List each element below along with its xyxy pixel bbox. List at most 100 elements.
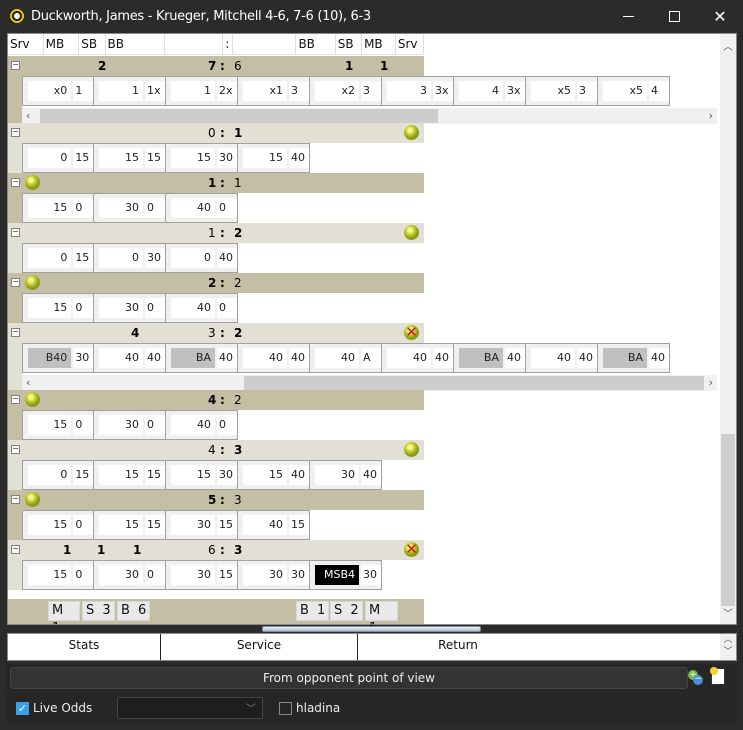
point-cell[interactable]: 40 A [310, 343, 382, 373]
chevron-down-icon[interactable]: ﹀ [723, 647, 732, 657]
point-cell[interactable]: 15 15 [94, 460, 166, 490]
point-cell[interactable]: 0 40 [166, 243, 238, 273]
odds-combo[interactable]: ﹀ [117, 697, 263, 719]
column-header-cell[interactable]: Srv [8, 34, 44, 54]
close-button[interactable]: ✕ [697, 0, 743, 32]
collapse-icon[interactable]: − [11, 128, 20, 137]
point-cell[interactable]: 40 40 [94, 343, 166, 373]
point-cell[interactable]: 15 0 [22, 193, 94, 223]
point-cell[interactable]: 40 0 [166, 410, 238, 440]
point-cell[interactable]: 15 30 [166, 460, 238, 490]
scroll-up-icon[interactable]: ︿ [723, 38, 733, 53]
point-cell[interactable]: 15 40 [238, 460, 310, 490]
point-cell[interactable]: BA 40 [454, 343, 526, 373]
column-header-cell[interactable]: MB [362, 34, 396, 54]
hladina-checkbox[interactable] [279, 702, 292, 715]
scroll-thumb[interactable] [244, 376, 704, 390]
collapse-icon[interactable]: − [11, 178, 20, 187]
collapse-icon[interactable]: − [11, 278, 20, 287]
service-header[interactable]: Service [161, 634, 357, 660]
point-cell[interactable]: 30 15 [166, 510, 238, 540]
collapse-icon[interactable]: − [11, 61, 20, 70]
collapse-icon[interactable]: − [11, 228, 20, 237]
point-cell[interactable]: 0 15 [22, 460, 94, 490]
panel-splitter[interactable]: ˅ [262, 625, 481, 633]
point-cell[interactable]: 0 15 [22, 243, 94, 273]
opponent-view-button[interactable]: From opponent point of view [10, 667, 688, 689]
column-header-cell[interactable]: SB [79, 34, 106, 54]
point-cell[interactable]: 15 30 [166, 143, 238, 173]
point-cell[interactable]: 40 0 [166, 193, 238, 223]
vertical-scrollbar[interactable]: ︿ ﹀ [720, 34, 736, 624]
collapse-icon[interactable]: − [11, 445, 20, 454]
point-cell[interactable]: 15 0 [22, 293, 94, 323]
point-cell[interactable]: MSB4 30 [310, 560, 382, 590]
zoom-in-out-icon[interactable]: + − [688, 670, 704, 686]
point-right: 40 [289, 148, 309, 168]
point-cell[interactable]: 0 30 [94, 243, 166, 273]
point-right: 15 [145, 465, 165, 485]
point-cell[interactable]: 15 0 [22, 560, 94, 590]
point-cell[interactable]: 30 0 [94, 560, 166, 590]
point-cell[interactable]: 40 0 [166, 293, 238, 323]
point-cell[interactable]: 30 15 [166, 560, 238, 590]
document-icon[interactable] [710, 667, 725, 685]
scroll-right-icon[interactable]: › [709, 109, 713, 122]
point-cell[interactable]: 30 0 [94, 293, 166, 323]
point-cell[interactable]: x5 4 [598, 76, 670, 106]
collapse-icon[interactable]: − [11, 395, 20, 404]
point-cell[interactable]: 40 40 [526, 343, 598, 373]
point-cell[interactable]: 30 0 [94, 410, 166, 440]
column-header-cell[interactable]: : [223, 34, 233, 54]
point-cell[interactable]: 1 1x [94, 76, 166, 106]
column-header-cell[interactable]: BB [106, 34, 166, 54]
collapse-icon[interactable]: − [11, 328, 20, 337]
column-header-cell[interactable]: BB [296, 34, 336, 54]
close-icon: ✕ [713, 6, 727, 26]
maximize-button[interactable] [651, 0, 697, 32]
scroll-thumb[interactable] [721, 434, 735, 606]
point-cell[interactable]: 15 40 [238, 143, 310, 173]
point-cell[interactable]: 15 15 [94, 510, 166, 540]
point-cell[interactable]: 4 3x [454, 76, 526, 106]
horizontal-scrollbar[interactable]: ‹ › [22, 108, 717, 124]
column-header-cell[interactable]: SB [336, 34, 363, 54]
point-cell[interactable]: BA 40 [598, 343, 670, 373]
point-cell[interactable]: 1 2x [166, 76, 238, 106]
point-cell[interactable]: 3 3x [382, 76, 454, 106]
point-cell[interactable]: x0 1 [22, 76, 94, 106]
point-cell[interactable]: x2 3 [310, 76, 382, 106]
stats-scrollbar[interactable]: ︿ ﹀ [720, 634, 736, 660]
point-cell[interactable]: 40 15 [238, 510, 310, 540]
scroll-right-icon[interactable]: › [709, 376, 713, 389]
scroll-left-icon[interactable]: ‹ [26, 376, 30, 389]
point-cell[interactable]: B40 30 [22, 343, 94, 373]
scroll-left-icon[interactable]: ‹ [26, 109, 30, 122]
column-header-cell[interactable] [165, 34, 224, 54]
column-header-cell[interactable]: MB [44, 34, 80, 54]
collapse-icon[interactable]: − [11, 545, 20, 554]
point-cell[interactable]: 30 30 [238, 560, 310, 590]
column-header-cell[interactable]: Srv [396, 34, 424, 54]
return-header[interactable]: Return [358, 634, 558, 660]
live-odds-checkbox[interactable]: ✓ [16, 702, 29, 715]
horizontal-scrollbar[interactable]: ‹ › [22, 375, 717, 391]
point-cell[interactable]: 15 15 [94, 143, 166, 173]
point-cell[interactable]: 15 0 [22, 510, 94, 540]
scroll-down-icon[interactable]: ﹀ [723, 605, 733, 620]
point-cell[interactable]: 30 40 [310, 460, 382, 490]
point-cell[interactable]: x5 3 [526, 76, 598, 106]
point-cell[interactable]: 30 0 [94, 193, 166, 223]
scroll-thumb[interactable] [40, 109, 438, 123]
point-cell[interactable]: 40 40 [382, 343, 454, 373]
collapse-icon[interactable]: − [11, 495, 20, 504]
point-cell[interactable]: 40 40 [238, 343, 310, 373]
chevron-up-icon[interactable]: ︿ [723, 635, 732, 645]
point-cell[interactable]: x1 3 [238, 76, 310, 106]
column-header-cell[interactable] [233, 34, 297, 54]
point-cell[interactable]: 15 0 [22, 410, 94, 440]
stats-header[interactable]: Stats [8, 634, 160, 660]
point-cell[interactable]: 0 15 [22, 143, 94, 173]
minimize-button[interactable] [605, 0, 651, 32]
point-cell[interactable]: BA 40 [166, 343, 238, 373]
